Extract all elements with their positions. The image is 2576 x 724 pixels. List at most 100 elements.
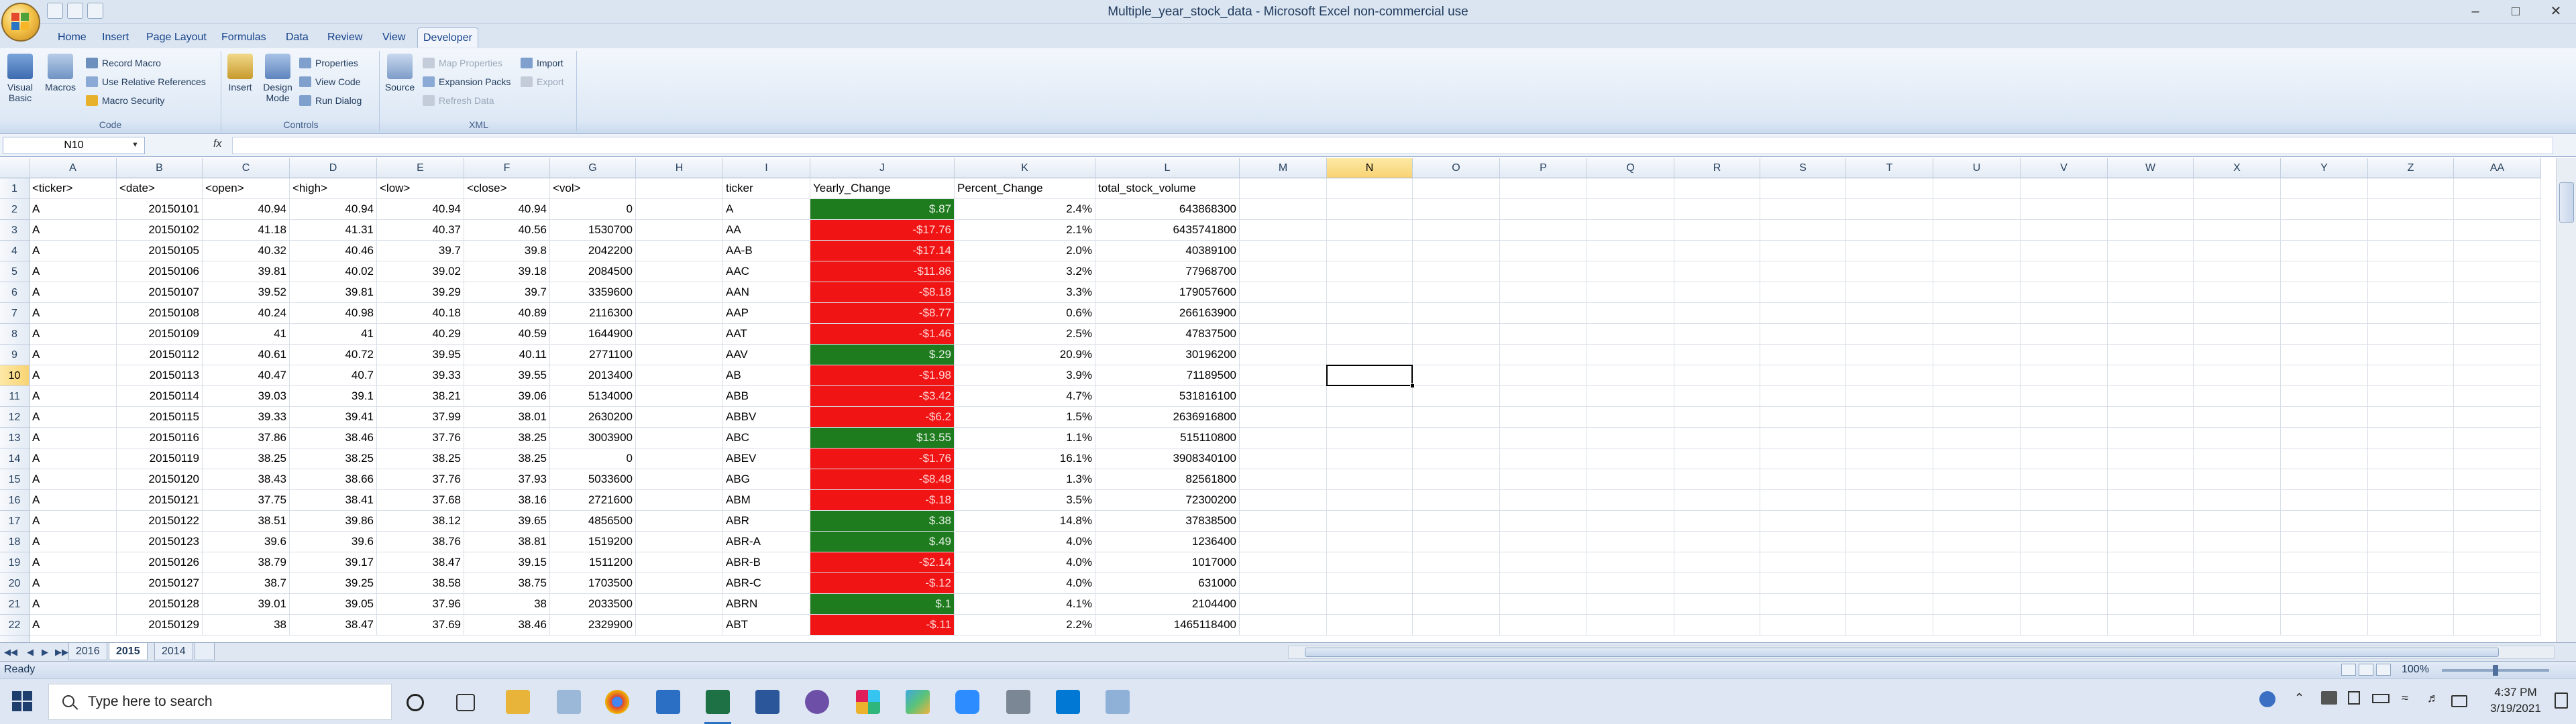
cell-d7[interactable]: 40.98 xyxy=(290,303,377,324)
cell-k14[interactable]: 16.1% xyxy=(955,448,1095,469)
cell-x5[interactable] xyxy=(2194,261,2281,282)
cell-t8[interactable] xyxy=(1846,324,1933,345)
cell-o18[interactable] xyxy=(1413,532,1500,552)
cell-m15[interactable] xyxy=(1240,469,1327,490)
cell-w22[interactable] xyxy=(2108,615,2194,636)
cell-d16[interactable]: 38.41 xyxy=(290,490,377,511)
cell-j13[interactable]: $13.55 xyxy=(810,428,955,448)
cell-m8[interactable] xyxy=(1240,324,1327,345)
cell-h17[interactable] xyxy=(636,511,723,532)
cell-m16[interactable] xyxy=(1240,490,1327,511)
cell-l4[interactable]: 40389100 xyxy=(1095,241,1240,261)
cell-x16[interactable] xyxy=(2194,490,2281,511)
cell-aa1[interactable] xyxy=(2454,178,2541,199)
cell-a18[interactable]: A xyxy=(30,532,117,552)
macros-button[interactable]: Macros xyxy=(43,54,78,93)
column-header-l[interactable]: L xyxy=(1095,158,1240,178)
page-layout-view-icon[interactable] xyxy=(2359,664,2373,676)
cell-d20[interactable]: 39.25 xyxy=(290,573,377,594)
cell-u6[interactable] xyxy=(1933,282,2021,303)
worksheet-grid[interactable]: A B C D E F G H I J K L M N O P Q R S T U V W X Y Z AA 1 <ticker> <da… xyxy=(0,158,2556,642)
cell-z16[interactable] xyxy=(2368,490,2454,511)
cell-p6[interactable] xyxy=(1500,282,1587,303)
cell-i5[interactable]: AAC xyxy=(723,261,810,282)
cell-x8[interactable] xyxy=(2194,324,2281,345)
formula-input[interactable] xyxy=(232,137,2553,154)
cell-o19[interactable] xyxy=(1413,552,1500,573)
cell-r5[interactable] xyxy=(1674,261,1760,282)
mail-icon[interactable] xyxy=(656,690,680,714)
cell-k4[interactable]: 2.0% xyxy=(955,241,1095,261)
cell-z4[interactable] xyxy=(2368,241,2454,261)
cell-m10[interactable] xyxy=(1240,365,1327,386)
run-dialog-button[interactable]: Run Dialog xyxy=(298,93,362,109)
cell-a8[interactable]: A xyxy=(30,324,117,345)
cell-p21[interactable] xyxy=(1500,594,1587,615)
cell-t19[interactable] xyxy=(1846,552,1933,573)
cell-l2[interactable]: 643868300 xyxy=(1095,199,1240,220)
cell-i8[interactable]: AAT xyxy=(723,324,810,345)
cell-m17[interactable] xyxy=(1240,511,1327,532)
cell-y1[interactable] xyxy=(2281,178,2368,199)
cell-e7[interactable]: 40.18 xyxy=(377,303,464,324)
cell-h20[interactable] xyxy=(636,573,723,594)
cell-s9[interactable] xyxy=(1760,345,1846,365)
cell-j20[interactable]: -$.12 xyxy=(810,573,955,594)
cell-aa18[interactable] xyxy=(2454,532,2541,552)
taskbar-clock[interactable]: 4:37 PM 3/19/2021 xyxy=(2482,684,2549,717)
cell-b16[interactable]: 20150121 xyxy=(117,490,203,511)
cell-a20[interactable]: A xyxy=(30,573,117,594)
cell-f16[interactable]: 38.16 xyxy=(464,490,550,511)
row-header-18[interactable]: 18 xyxy=(0,532,30,552)
row-header-7[interactable]: 7 xyxy=(0,303,30,324)
cell-g9[interactable]: 2771100 xyxy=(550,345,636,365)
cell-z3[interactable] xyxy=(2368,220,2454,241)
refresh-data-button[interactable]: Refresh Data xyxy=(421,93,494,109)
cell-m21[interactable] xyxy=(1240,594,1327,615)
cell-n5[interactable] xyxy=(1327,261,1413,282)
cell-u17[interactable] xyxy=(1933,511,2021,532)
cell-i7[interactable]: AAP xyxy=(723,303,810,324)
cell-a19[interactable]: A xyxy=(30,552,117,573)
cell-s17[interactable] xyxy=(1760,511,1846,532)
cell-m12[interactable] xyxy=(1240,407,1327,428)
tab-formulas[interactable]: Formulas xyxy=(216,27,272,48)
close-button[interactable]: ✕ xyxy=(2536,0,2576,24)
cell-o4[interactable] xyxy=(1413,241,1500,261)
cell-g2[interactable]: 0 xyxy=(550,199,636,220)
cell-t3[interactable] xyxy=(1846,220,1933,241)
cell-n8[interactable] xyxy=(1327,324,1413,345)
cell-m4[interactable] xyxy=(1240,241,1327,261)
cell-x10[interactable] xyxy=(2194,365,2281,386)
cell-m9[interactable] xyxy=(1240,345,1327,365)
vertical-scroll-thumb[interactable] xyxy=(2559,182,2574,223)
cell-x3[interactable] xyxy=(2194,220,2281,241)
cortana-icon[interactable] xyxy=(407,694,424,711)
tab-view[interactable]: View xyxy=(377,27,411,48)
column-header-g[interactable]: G xyxy=(550,158,636,178)
cell-d19[interactable]: 39.17 xyxy=(290,552,377,573)
help-tray-icon[interactable] xyxy=(2259,691,2275,707)
cell-r7[interactable] xyxy=(1674,303,1760,324)
cell-a5[interactable]: A xyxy=(30,261,117,282)
row-header-19[interactable]: 19 xyxy=(0,552,30,573)
cell-v13[interactable] xyxy=(2021,428,2108,448)
cell-g10[interactable]: 2013400 xyxy=(550,365,636,386)
cell-i13[interactable]: ABC xyxy=(723,428,810,448)
design-mode-button[interactable]: Design Mode xyxy=(260,54,295,103)
cell-w13[interactable] xyxy=(2108,428,2194,448)
cell-p15[interactable] xyxy=(1500,469,1587,490)
row-header-14[interactable]: 14 xyxy=(0,448,30,469)
cell-j2[interactable]: $.87 xyxy=(810,199,955,220)
cell-p4[interactable] xyxy=(1500,241,1587,261)
notes-icon[interactable] xyxy=(1106,690,1130,714)
task-view-icon[interactable] xyxy=(456,694,475,711)
name-box[interactable]: N10 xyxy=(3,137,145,154)
cell-a13[interactable]: A xyxy=(30,428,117,448)
cell-d1[interactable]: <high> xyxy=(290,178,377,199)
first-sheet-icon[interactable]: ◀◀ xyxy=(4,647,17,658)
normal-view-icon[interactable] xyxy=(2341,664,2356,676)
cell-g3[interactable]: 1530700 xyxy=(550,220,636,241)
row-header-10[interactable]: 10 xyxy=(0,365,30,386)
cell-s8[interactable] xyxy=(1760,324,1846,345)
